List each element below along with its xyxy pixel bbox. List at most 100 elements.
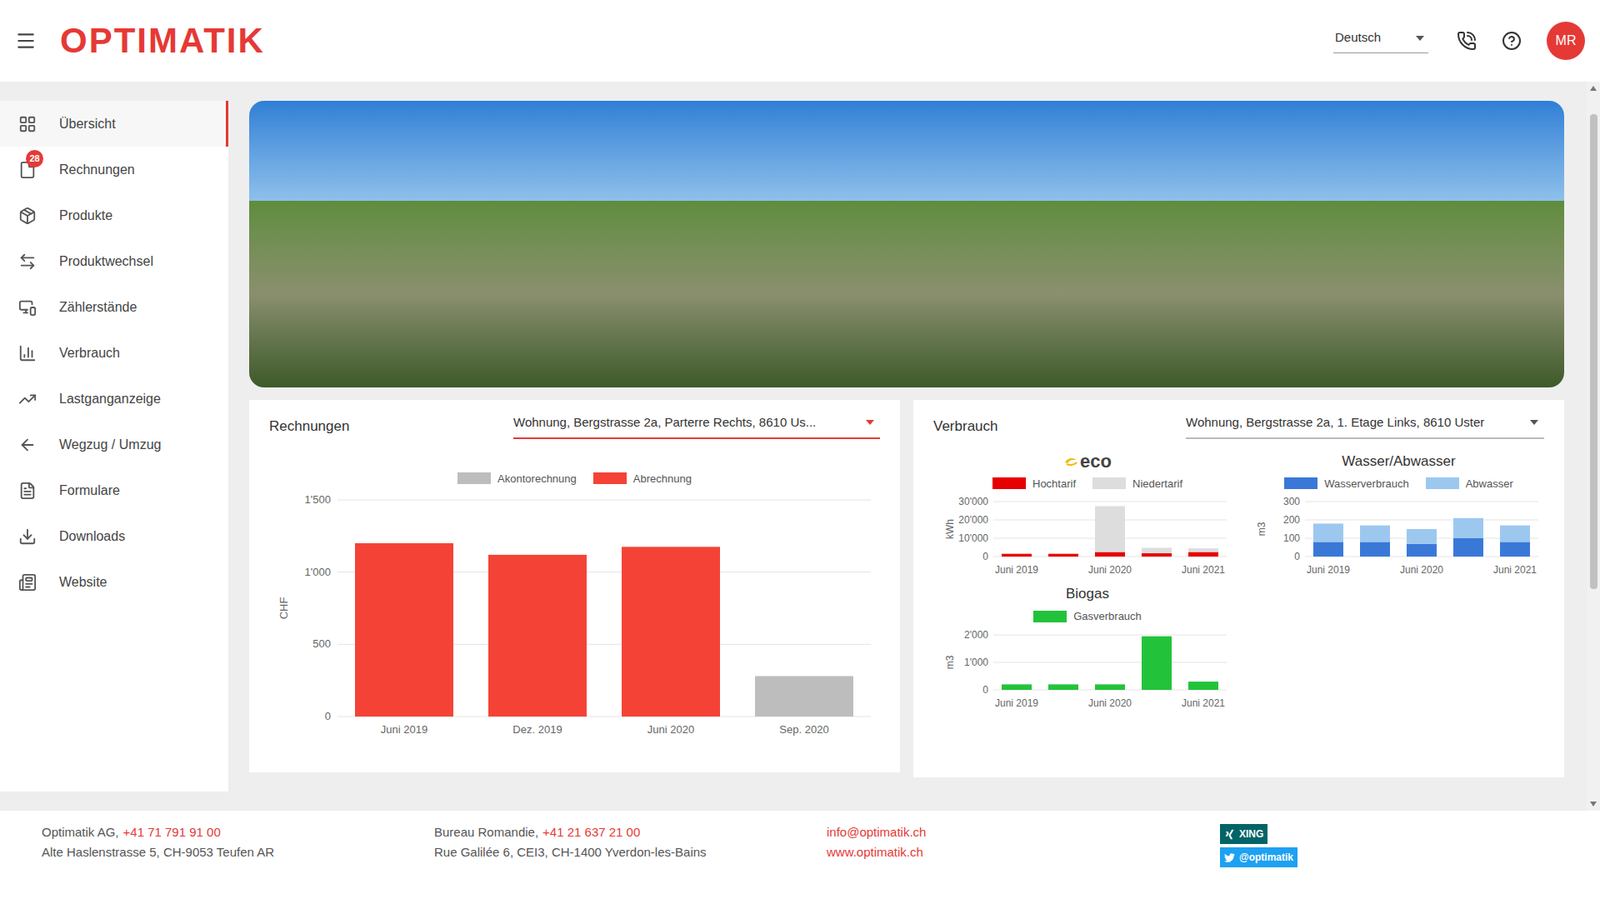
legend-swatch	[992, 477, 1026, 490]
trend-icon	[18, 390, 37, 409]
main-content: RechnungenWohnung, Bergstrasse 2a, Parte…	[228, 81, 1587, 811]
svg-text:200: 200	[1282, 514, 1300, 526]
legend-swatch	[1425, 477, 1460, 490]
consumption-bar[interactable]	[1048, 554, 1079, 557]
consumption-bar[interactable]	[1188, 548, 1219, 552]
property-select[interactable]: Wohnung, Bergstrasse 2a, 1. Etage Links,…	[1185, 413, 1545, 440]
sidebar-item[interactable]: Website	[0, 559, 229, 605]
consumption-bar[interactable]	[1141, 547, 1172, 554]
consumption-bar[interactable]	[1141, 635, 1172, 690]
legend-swatch	[1092, 477, 1126, 490]
form-icon	[18, 481, 37, 500]
scrollbar-thumb[interactable]	[1590, 114, 1598, 590]
scroll-down-icon[interactable]	[1589, 800, 1598, 809]
language-select[interactable]: Deutsch	[1333, 28, 1429, 54]
svg-text:Juni 2021: Juni 2021	[1181, 564, 1225, 576]
svg-text:Juni 2019: Juni 2019	[995, 564, 1039, 576]
header: OPTIMATIK Deutsch MR	[0, 0, 1600, 82]
svg-text:Juni 2021: Juni 2021	[1181, 697, 1225, 710]
consumption-bar[interactable]	[1001, 554, 1032, 557]
phone-icon[interactable]	[1456, 30, 1477, 51]
legend-swatch	[457, 472, 491, 485]
legend-swatch	[1284, 477, 1318, 490]
sidebar-item[interactable]: Produktwechsel	[0, 238, 229, 285]
svg-text:Juni 2019: Juni 2019	[380, 723, 428, 736]
sidebar-item[interactable]: Downloads	[0, 513, 229, 560]
website-link[interactable]: www.optimatik.ch	[826, 842, 1220, 863]
consumption-bar[interactable]	[1313, 523, 1344, 542]
consumption-bar[interactable]	[1406, 529, 1437, 545]
consumption-bar[interactable]	[1360, 541, 1390, 557]
invoice-bar[interactable]	[755, 675, 854, 717]
svg-text:20'000: 20'000	[958, 514, 989, 526]
sidebar-item[interactable]: Wegzug / Umzug	[0, 421, 229, 468]
consumption-bar[interactable]	[1001, 684, 1032, 690]
consumption-bar[interactable]	[1095, 684, 1125, 690]
legend-item: Niedertarif	[1092, 475, 1183, 493]
sidebar: Übersicht28RechnungenProdukteProduktwech…	[0, 100, 229, 792]
sidebar-item[interactable]: Zählerstände	[0, 284, 229, 330]
svg-text:2'000: 2'000	[964, 629, 989, 641]
legend-item: Wasserverbrauch	[1284, 475, 1409, 493]
invoice-bar[interactable]	[621, 546, 720, 717]
invoice-bar[interactable]	[488, 555, 587, 717]
consumption-bar[interactable]	[1500, 525, 1530, 543]
bar-chart-icon	[18, 344, 37, 363]
consumption-bar[interactable]	[1360, 525, 1390, 543]
svg-text:Juni 2020: Juni 2020	[1088, 564, 1132, 576]
menu-icon[interactable]	[15, 30, 37, 52]
svg-text:Juni 2020: Juni 2020	[647, 723, 695, 736]
consumption-bar[interactable]	[1406, 544, 1437, 557]
sidebar-item[interactable]: Produkte	[0, 192, 229, 239]
caret-icon	[1415, 35, 1425, 42]
dashboard-icon	[18, 115, 37, 134]
consumption-card: VerbrauchWohnung, Bergstrasse 2a, 1. Eta…	[913, 400, 1565, 778]
download-icon	[18, 527, 37, 546]
help-icon[interactable]	[1501, 30, 1522, 51]
sidebar-item[interactable]: Formulare	[0, 467, 229, 514]
svg-text:Dez. 2019: Dez. 2019	[512, 723, 562, 736]
sidebar-item[interactable]: Lastganganzeige	[0, 375, 229, 422]
svg-text:1'000: 1'000	[964, 656, 989, 669]
email-link[interactable]: info@optimatik.ch	[826, 822, 1220, 843]
svg-text:0: 0	[982, 550, 989, 563]
user-avatar[interactable]: MR	[1546, 21, 1585, 60]
social-badge[interactable]: @optimatik	[1220, 847, 1298, 868]
property-select[interactable]: Wohnung, Bergstrasse 2a, Parterre Rechts…	[513, 413, 880, 440]
svg-text:0: 0	[982, 684, 989, 696]
phone-link[interactable]: +41 21 637 21 00	[542, 822, 640, 843]
consumption-bar[interactable]	[1453, 538, 1484, 557]
sidebar-item[interactable]: Verbrauch	[0, 330, 229, 376]
sidebar-item[interactable]: 28Rechnungen	[0, 146, 229, 193]
svg-text:0: 0	[1294, 550, 1300, 563]
sidebar-item[interactable]: Übersicht	[0, 100, 229, 147]
footer-address: Bureau Romandie,+41 21 637 21 00Rue Gali…	[434, 822, 827, 863]
badge: 28	[25, 150, 44, 168]
xing-icon	[1224, 829, 1235, 840]
svg-text:1'500: 1'500	[305, 493, 331, 506]
switch-icon	[18, 252, 37, 271]
scrollbar[interactable]	[1586, 81, 1600, 811]
legend-item: Abwasser	[1425, 475, 1514, 493]
invoice-bar[interactable]	[355, 543, 454, 717]
svg-text:10'000: 10'000	[958, 532, 989, 545]
consumption-bar[interactable]	[1453, 518, 1484, 539]
consumption-bar[interactable]	[1048, 684, 1079, 690]
chart-legend: AkontorechnungAbrechnung	[269, 470, 880, 488]
social-badge[interactable]: XING	[1220, 824, 1268, 845]
invoices-card: RechnungenWohnung, Bergstrasse 2a, Parte…	[249, 400, 900, 773]
consumption-bar[interactable]	[1313, 541, 1344, 557]
scroll-up-icon[interactable]	[1589, 84, 1598, 93]
consumption-bar[interactable]	[1500, 541, 1530, 557]
consumption-bar[interactable]	[1095, 506, 1125, 553]
svg-text:500: 500	[312, 637, 331, 650]
svg-text:m3: m3	[1255, 521, 1268, 536]
eco-logo: eco	[1063, 450, 1112, 473]
phone-link[interactable]: +41 71 791 91 00	[123, 822, 221, 843]
consumption-bar[interactable]	[1188, 681, 1219, 690]
consumption-bar[interactable]	[1095, 552, 1125, 558]
consumption-bar[interactable]	[1141, 553, 1172, 557]
consumption-bar[interactable]	[1188, 552, 1219, 558]
logo[interactable]: OPTIMATIK	[60, 23, 265, 59]
invoice-chart: CHF05001'0001'500Juni 2019Dez. 2019Juni …	[269, 490, 880, 739]
